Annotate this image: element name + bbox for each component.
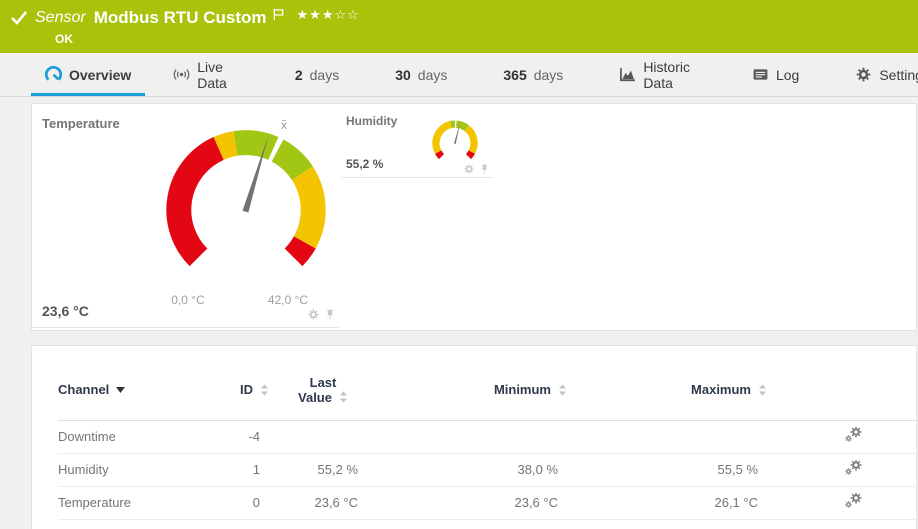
sort-desc-icon — [116, 386, 126, 393]
humidity-gauge-tile: Humidity 55,2 % — [341, 104, 493, 178]
tab-30-days-number: 30 — [395, 66, 411, 83]
gear-icon — [855, 66, 872, 83]
ok-check-icon — [11, 11, 28, 25]
sort-icon — [759, 384, 766, 396]
tab-log[interactable]: Log — [738, 53, 813, 96]
channel-name: Temperature — [58, 486, 228, 520]
gauges-panel: Temperature x̄ 0,0 °C 42,0 °C 23,6 °C Hu… — [31, 103, 917, 331]
tab-log-label: Log — [775, 66, 800, 83]
priority-flag-icon[interactable] — [272, 8, 285, 21]
sort-icon — [261, 384, 268, 396]
channel-id: 0 — [228, 486, 274, 520]
column-header-maximum-label: Maximum — [691, 382, 751, 398]
channel-minimum: 23,6 °C — [372, 486, 572, 520]
pin-icon[interactable] — [324, 309, 336, 321]
tab-30-days[interactable]: 30 days — [381, 53, 461, 96]
sensor-title: Modbus RTU Custom — [93, 8, 267, 27]
sensor-status-text: OK — [55, 32, 73, 46]
tab-2-days[interactable]: 2 days — [281, 53, 353, 96]
gauge-settings-gear-icon[interactable] — [307, 308, 320, 321]
broadcast-icon — [173, 69, 190, 80]
tab-historic-data[interactable]: Historic Data — [605, 53, 704, 96]
tab-overview-label: Overview — [69, 66, 132, 83]
sort-icon — [559, 384, 566, 396]
channel-name: Humidity — [58, 453, 228, 487]
temperature-gauge-tile: Temperature x̄ 0,0 °C 42,0 °C 23,6 °C — [32, 104, 339, 328]
column-header-last-label: Last — [309, 374, 337, 390]
gauge-settings-gear-icon[interactable] — [463, 163, 475, 175]
channel-name: Downtime — [58, 420, 228, 454]
tab-settings-label: Settings — [879, 66, 918, 83]
tab-30-days-unit: days — [417, 66, 448, 83]
table-row-downtime[interactable]: Downtime -4 — [58, 420, 918, 454]
column-header-minimum[interactable]: Minimum — [372, 346, 572, 421]
temperature-gauge-title: Temperature — [42, 116, 120, 131]
temperature-gauge: x̄ — [166, 118, 326, 267]
temperature-gauge-max: 42,0 °C — [267, 293, 309, 307]
column-header-value-label: Value — [298, 389, 332, 405]
channel-settings-gears-icon[interactable] — [844, 458, 863, 476]
tab-2-days-number: 2 — [294, 66, 303, 83]
column-header-channel[interactable]: Channel — [58, 346, 228, 421]
temperature-current-value: 23,6 °C — [42, 303, 89, 319]
tab-live-data[interactable]: Live Data — [159, 53, 241, 96]
channel-id: 1 — [228, 453, 274, 487]
column-header-settings — [772, 346, 918, 421]
channels-panel: Channel ID Last Value Minimum Maximum Do… — [31, 345, 918, 529]
object-kind-label: Sensor — [35, 9, 86, 26]
tab-overview[interactable]: Overview — [31, 53, 145, 96]
column-header-last-value[interactable]: Last Value — [274, 346, 372, 421]
gauge-icon — [45, 66, 62, 81]
humidity-gauge — [432, 120, 478, 160]
sensor-status-header: Sensor Modbus RTU Custom ★★★☆☆ OK — [0, 0, 918, 53]
tab-2-days-unit: days — [309, 66, 340, 83]
tab-bar: Overview Live Data 2 days 30 days 365 da… — [0, 53, 918, 97]
channel-last-value: 23,6 °C — [274, 486, 372, 520]
column-header-maximum[interactable]: Maximum — [572, 346, 772, 421]
channel-settings-gears-icon[interactable] — [844, 491, 863, 509]
temperature-gauge-min: 0,0 °C — [171, 293, 205, 307]
tab-365-days-number: 365 — [503, 66, 527, 83]
humidity-gauge-title: Humidity — [346, 114, 398, 128]
column-header-id[interactable]: ID — [228, 346, 274, 421]
channels-table: Channel ID Last Value Minimum Maximum Do… — [58, 346, 918, 520]
table-row-temperature[interactable]: Temperature 0 23,6 °C 23,6 °C 26,1 °C — [58, 486, 918, 520]
column-header-minimum-label: Minimum — [493, 382, 551, 398]
area-chart-icon — [620, 68, 636, 82]
channel-maximum — [572, 420, 772, 454]
tab-historic-data-label: Historic Data — [643, 58, 690, 91]
tab-live-data-label: Live Data — [197, 58, 227, 91]
channel-minimum — [372, 420, 572, 454]
column-header-id-label: ID — [240, 382, 253, 398]
table-header-row: Channel ID Last Value Minimum Maximum — [58, 346, 918, 421]
log-list-icon — [753, 69, 768, 80]
channel-last-value — [274, 420, 372, 454]
tab-365-days-unit: days — [533, 66, 564, 83]
channel-minimum: 38,0 % — [372, 453, 572, 487]
sort-icon — [339, 391, 347, 403]
channel-settings-gears-icon[interactable] — [844, 425, 863, 443]
channel-maximum: 26,1 °C — [572, 486, 772, 520]
average-marker: x̄ — [281, 118, 288, 132]
column-header-channel-label: Channel — [58, 382, 110, 398]
tab-settings[interactable]: Settings — [841, 53, 918, 96]
channel-maximum: 55,5 % — [572, 453, 772, 487]
channel-id: -4 — [228, 420, 274, 454]
tab-365-days[interactable]: 365 days — [489, 53, 577, 96]
table-row-humidity[interactable]: Humidity 1 55,2 % 38,0 % 55,5 % — [58, 453, 918, 487]
pin-icon[interactable] — [479, 164, 490, 175]
priority-stars[interactable]: ★★★☆☆ — [297, 8, 360, 23]
humidity-current-value: 55,2 % — [346, 157, 384, 171]
channel-last-value: 55,2 % — [274, 453, 372, 487]
